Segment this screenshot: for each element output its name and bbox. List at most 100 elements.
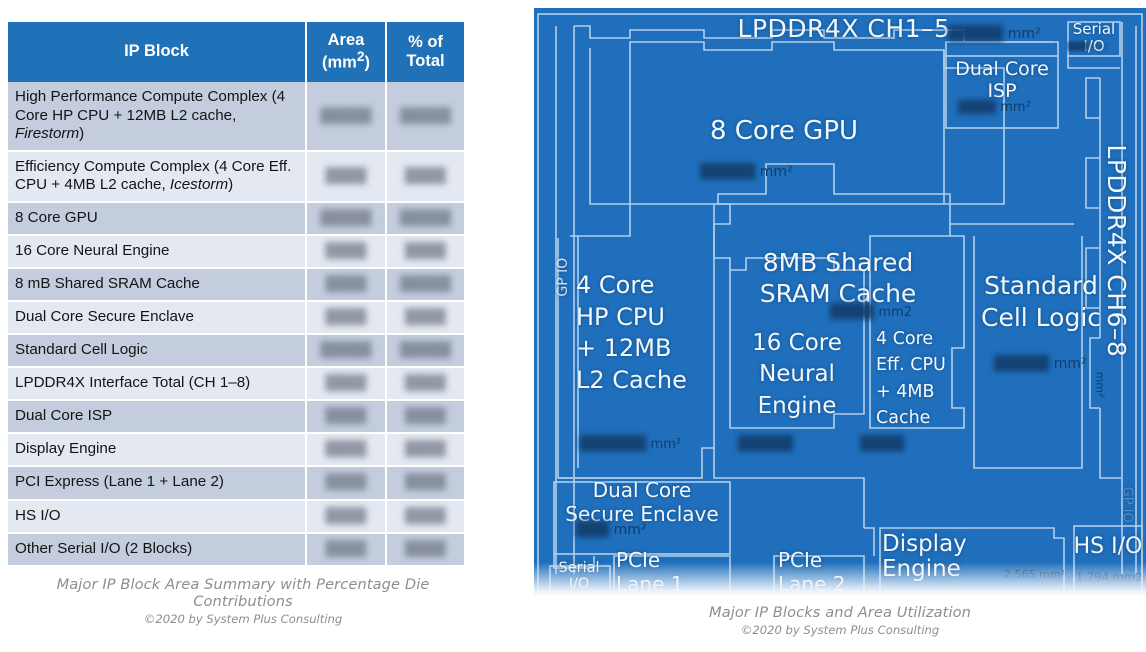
blurred-value: █████ bbox=[948, 26, 1004, 42]
block-area-dual-core-isp: ████ mm² bbox=[958, 100, 1031, 115]
blurred-value: █████ bbox=[399, 341, 452, 358]
cell-area-mm2: ████ bbox=[305, 466, 386, 501]
block-area-hs-io: 1.794 mm2 bbox=[1076, 570, 1143, 584]
column-header-area-paren: ) bbox=[364, 53, 371, 72]
cell-percent-of-total: █████ bbox=[385, 201, 464, 236]
unit-mm2: mm² bbox=[759, 164, 793, 180]
cell-ip-block-name: HS I/O bbox=[8, 499, 306, 534]
cell-percent-of-total: ████ bbox=[385, 400, 464, 435]
blurred-value: ████ bbox=[325, 506, 367, 523]
block-area-display-engine: 2.565 mm² bbox=[1004, 568, 1065, 581]
column-header-area-superscript: 2 bbox=[356, 49, 365, 65]
column-header-percent-of-total: % of Total bbox=[386, 22, 464, 83]
cell-percent-of-total: █████ bbox=[385, 267, 464, 303]
blurred-value: ████ bbox=[325, 166, 367, 183]
table-row: 8 mB Shared SRAM Cache ████ █████ bbox=[8, 267, 464, 303]
cell-percent-of-total: ████ bbox=[385, 499, 464, 534]
table-row: PCI Express (Lane 1 + Lane 2) ████ ████ bbox=[8, 466, 464, 501]
unit-mm2: mm2 bbox=[878, 305, 913, 320]
blurred-value: ████ bbox=[325, 241, 367, 258]
cell-percent-of-total: █████ bbox=[385, 82, 464, 152]
table-row: Standard Cell Logic █████ █████ bbox=[8, 334, 464, 369]
unit-mm2: mm² bbox=[613, 522, 647, 538]
cell-ip-block-emphasis: Firestorm bbox=[15, 124, 80, 142]
column-header-area-line1: Area bbox=[327, 31, 365, 49]
unit-mm2: mm² bbox=[1093, 371, 1107, 398]
column-header-area: Area (mm2) bbox=[306, 22, 387, 83]
cell-area-mm2: █████ bbox=[305, 201, 386, 236]
cell-percent-of-total: ████ bbox=[385, 301, 464, 336]
blurred-value: ███ mm² bbox=[1068, 42, 1110, 51]
ip-block-area-table: IP Block Area (mm2) % of Total High Perf… bbox=[8, 22, 464, 567]
cell-percent-of-total: ████ bbox=[385, 234, 464, 269]
table-row: 16 Core Neural Engine ████ ████ bbox=[8, 234, 464, 269]
blurred-value: ████ bbox=[405, 241, 446, 258]
die-copyright: ©2020 by System Plus Consulting bbox=[740, 623, 940, 637]
die-block-outlines bbox=[537, 13, 1143, 596]
table-row: Display Engine ████ ████ bbox=[8, 433, 464, 468]
block-area-serial-io-top: ███ mm² bbox=[1068, 42, 1110, 51]
unit-mm2: mm² bbox=[650, 437, 682, 452]
unit-mm2: mm² bbox=[1000, 100, 1031, 115]
blurred-value: █████ bbox=[320, 341, 372, 358]
blurred-value: █████ bbox=[320, 106, 372, 123]
blurred-value: ████ bbox=[325, 539, 367, 556]
cell-area-mm2: ████ bbox=[305, 267, 386, 303]
table-row: High Performance Compute Complex (4 Core… bbox=[8, 82, 464, 152]
die-caption: Major IP Blocks and Area Utilization bbox=[709, 604, 971, 621]
blurred-value: ████ bbox=[405, 407, 446, 424]
cell-area-mm2: ████ bbox=[305, 367, 386, 402]
cell-ip-block-emphasis: Icestorm bbox=[169, 175, 229, 193]
table-header: IP Block Area (mm2) % of Total bbox=[8, 22, 464, 83]
blurred-value: ████ bbox=[325, 308, 367, 325]
table-caption-block: Major IP Block Area Summary with Percent… bbox=[8, 576, 478, 626]
die-caption-block: Major IP Blocks and Area Utilization ©20… bbox=[534, 604, 1146, 637]
table-row: Other Serial I/O (2 Blocks) ████ ████ bbox=[8, 532, 464, 567]
cell-area-mm2: ████ bbox=[305, 234, 386, 269]
table-row: Dual Core Secure Enclave ████ ████ bbox=[8, 301, 464, 336]
cell-ip-block-name: Dual Core ISP bbox=[8, 400, 306, 435]
ip-block-area-table-panel: IP Block Area (mm2) % of Total High Perf… bbox=[8, 22, 464, 626]
blurred-value: ██████ bbox=[580, 436, 647, 452]
block-area-8-core-gpu: █████ mm² bbox=[700, 164, 793, 180]
blurred-value: ████ bbox=[405, 166, 446, 183]
block-area-dual-core-secure-enclave: ███ mm² bbox=[576, 522, 647, 538]
blurred-value: █████ bbox=[399, 274, 452, 291]
column-header-area-line2: (mm bbox=[322, 53, 357, 72]
cell-percent-of-total: ████ bbox=[385, 466, 464, 501]
cell-area-mm2: ████ bbox=[305, 301, 386, 336]
cell-ip-block-name: LPDDR4X Interface Total (CH 1–8) bbox=[8, 367, 306, 402]
cell-percent-of-total: ████ bbox=[385, 532, 464, 567]
column-header-pct-line2: Total bbox=[406, 51, 445, 70]
blurred-value: ████ bbox=[405, 374, 446, 391]
table-row: HS I/O ████ ████ bbox=[8, 499, 464, 534]
cell-ip-block-name: 16 Core Neural Engine bbox=[8, 234, 306, 269]
blurred-value: █████ bbox=[320, 208, 372, 225]
cell-ip-block-name: Display Engine bbox=[8, 433, 306, 468]
table-header-row: IP Block Area (mm2) % of Total bbox=[8, 22, 464, 83]
blurred-value: ████ bbox=[830, 304, 875, 320]
cell-area-mm2: ████ bbox=[305, 150, 386, 203]
cell-percent-of-total: ████ bbox=[385, 433, 464, 468]
blurred-value: ████ bbox=[405, 440, 446, 457]
cell-area-mm2: ████ bbox=[305, 532, 386, 567]
cell-percent-of-total: ████ bbox=[385, 150, 464, 203]
blurred-value: ████ bbox=[405, 539, 446, 556]
blurred-value: █████ bbox=[738, 436, 794, 452]
blurred-value: ████ bbox=[325, 374, 367, 391]
cell-area-mm2: ████ bbox=[305, 400, 386, 435]
block-area-lpddr4x-ch6-8: mm² bbox=[1094, 355, 1107, 415]
cell-percent-of-total: █████ bbox=[385, 334, 464, 369]
cell-ip-block-name: Other Serial I/O (2 Blocks) bbox=[8, 532, 306, 567]
table-caption: Major IP Block Area Summary with Percent… bbox=[56, 575, 430, 610]
blurred-value: ████ bbox=[405, 473, 446, 490]
table-row: 8 Core GPU █████ █████ bbox=[8, 201, 464, 236]
blurred-value: █████ bbox=[700, 164, 756, 180]
column-header-pct-line1: % of bbox=[408, 33, 443, 52]
blurred-value: ████ bbox=[405, 308, 446, 325]
blurred-value: ████ bbox=[405, 506, 446, 523]
unit-mm2: mm² bbox=[1007, 26, 1041, 42]
block-area-16-core-neural-engine: █████ bbox=[738, 436, 793, 452]
blurred-value: ███ bbox=[576, 522, 610, 538]
cell-area-mm2: █████ bbox=[305, 82, 386, 152]
